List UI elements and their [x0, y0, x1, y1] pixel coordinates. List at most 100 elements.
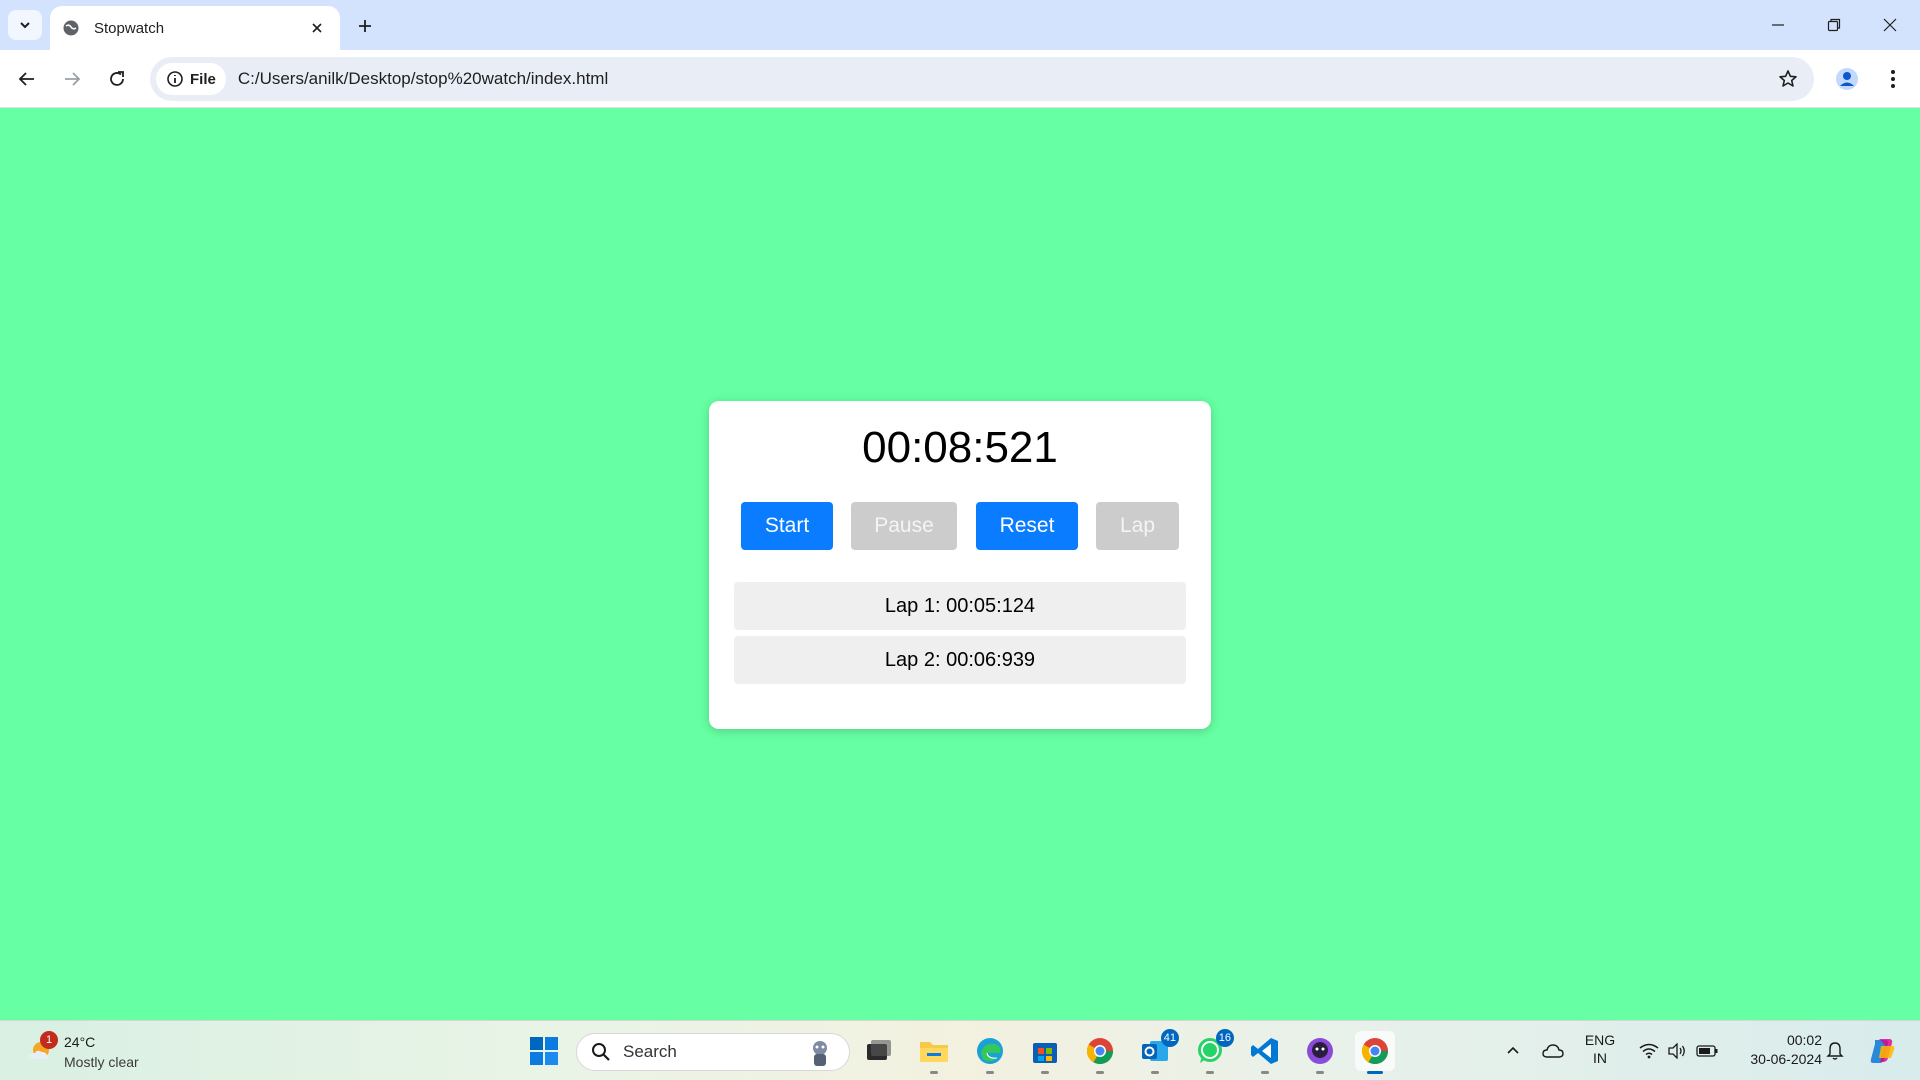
back-button[interactable]	[11, 63, 43, 95]
forward-button[interactable]	[56, 63, 88, 95]
microsoft-store-button[interactable]	[1025, 1031, 1065, 1074]
weather-badge: 1	[40, 1031, 58, 1049]
restore-icon	[1827, 18, 1841, 32]
info-icon	[167, 71, 183, 87]
task-view-button[interactable]	[859, 1031, 899, 1071]
search-icon	[592, 1043, 610, 1061]
star-icon	[1779, 70, 1797, 87]
vscode-button[interactable]	[1245, 1031, 1285, 1074]
site-chip-label: File	[190, 70, 216, 88]
profile-button[interactable]	[1830, 62, 1864, 96]
speaker-icon	[1668, 1043, 1685, 1059]
chevron-down-icon	[20, 22, 30, 29]
close-tab-icon[interactable]	[306, 17, 328, 39]
restore-button[interactable]	[1806, 0, 1862, 50]
address-bar[interactable]: File C:/Users/anilk/Desktop/stop%20watch…	[150, 57, 1814, 101]
store-icon	[1033, 1043, 1057, 1063]
site-info-chip[interactable]: File	[156, 63, 226, 95]
chrome-profile-button[interactable]	[1080, 1031, 1120, 1074]
volume-button[interactable]	[1664, 1031, 1690, 1071]
taskbar-clock[interactable]: 00:02 30-06-2024	[1732, 1031, 1822, 1069]
new-tab-button[interactable]	[350, 11, 380, 41]
minimize-icon	[1772, 24, 1784, 26]
tab-search-button[interactable]	[8, 10, 42, 40]
task-view-icon	[867, 1040, 891, 1060]
chevron-up-icon	[1507, 1046, 1519, 1054]
chrome-button[interactable]	[1355, 1031, 1395, 1074]
weather-temperature: 24°C	[64, 1034, 96, 1050]
clock-time: 00:02	[1786, 1032, 1822, 1048]
copilot-button[interactable]	[1862, 1031, 1902, 1071]
running-indicator	[1151, 1071, 1159, 1074]
search-highlight-icon	[813, 1041, 827, 1066]
wifi-button[interactable]	[1636, 1031, 1662, 1071]
reload-button[interactable]	[101, 63, 133, 95]
start-button[interactable]: Start	[741, 502, 833, 550]
windows-logo-icon	[530, 1037, 558, 1065]
whatsapp-badge: 16	[1215, 1029, 1234, 1047]
lap-item: Lap 1: 00:05:124	[734, 582, 1186, 630]
github-icon	[1307, 1038, 1333, 1064]
running-indicator	[1041, 1071, 1049, 1074]
whatsapp-button[interactable]: 16	[1190, 1029, 1234, 1074]
running-indicator	[986, 1071, 994, 1074]
edge-icon	[977, 1038, 1003, 1064]
tab-stopwatch[interactable]: Stopwatch	[50, 6, 340, 50]
reload-icon	[110, 71, 124, 86]
edge-button[interactable]	[970, 1031, 1010, 1074]
running-indicator	[930, 1071, 938, 1074]
avatar-icon	[1836, 68, 1858, 90]
minimize-button[interactable]	[1750, 0, 1806, 50]
region-code: IN	[1593, 1050, 1607, 1066]
outlook-badge: 41	[1160, 1029, 1179, 1047]
time-display: 00:08:521	[862, 423, 1058, 472]
running-indicator	[1206, 1071, 1214, 1074]
language-indicator[interactable]: ENG IN	[1580, 1031, 1620, 1067]
notifications-button[interactable]	[1822, 1031, 1848, 1071]
lap-item: Lap 2: 00:06:939	[734, 636, 1186, 684]
running-indicator	[1096, 1071, 1104, 1074]
file-explorer-button[interactable]	[914, 1031, 954, 1074]
browser-menu-button[interactable]	[1876, 62, 1910, 96]
more-vertical-icon	[1891, 70, 1895, 88]
globe-icon	[62, 19, 80, 37]
stopwatch-card: 00:08:521 Start Pause Reset Lap Lap 1: 0…	[709, 401, 1211, 729]
search-label: Search	[623, 1042, 677, 1061]
start-menu-button[interactable]	[524, 1031, 564, 1071]
pause-button[interactable]: Pause	[851, 502, 957, 550]
close-icon	[1883, 18, 1897, 32]
bell-icon	[1826, 1042, 1844, 1060]
reset-button[interactable]: Reset	[976, 502, 1078, 550]
chrome-icon	[1086, 1038, 1114, 1065]
plus-icon	[359, 20, 371, 32]
bookmark-star-button[interactable]	[1770, 61, 1806, 97]
arrow-left-icon	[18, 72, 34, 86]
outlook-button[interactable]: 41	[1135, 1029, 1179, 1074]
taskbar: 1 24°C Mostly clear Search 41 16 ENG IN …	[0, 1020, 1920, 1080]
github-button[interactable]	[1300, 1031, 1340, 1074]
browser-tab-bar: Stopwatch	[0, 0, 1920, 50]
show-hidden-icons-button[interactable]	[1500, 1031, 1526, 1071]
battery-icon	[1696, 1045, 1718, 1057]
folder-icon	[920, 1042, 948, 1062]
chrome-icon	[1361, 1038, 1389, 1065]
weather-widget[interactable]: 1 24°C Mostly clear	[20, 1029, 160, 1073]
close-window-button[interactable]	[1862, 0, 1918, 50]
running-indicator	[1316, 1071, 1324, 1074]
clock-date: 30-06-2024	[1750, 1051, 1822, 1067]
browser-toolbar: File C:/Users/anilk/Desktop/stop%20watch…	[0, 50, 1920, 108]
taskbar-search[interactable]: Search	[576, 1033, 850, 1071]
copilot-icon	[1870, 1039, 1895, 1063]
wifi-icon	[1639, 1043, 1659, 1059]
onedrive-button[interactable]	[1538, 1031, 1568, 1071]
lap-button[interactable]: Lap	[1096, 502, 1179, 550]
vscode-icon	[1251, 1038, 1278, 1064]
running-indicator	[1261, 1071, 1269, 1074]
battery-button[interactable]	[1694, 1031, 1720, 1071]
language-code: ENG	[1584, 1032, 1616, 1048]
url-text[interactable]: C:/Users/anilk/Desktop/stop%20watch/inde…	[238, 69, 1770, 89]
weather-condition: Mostly clear	[64, 1054, 139, 1070]
arrow-right-icon	[65, 72, 81, 86]
active-indicator	[1367, 1071, 1383, 1074]
tab-title: Stopwatch	[94, 19, 165, 37]
